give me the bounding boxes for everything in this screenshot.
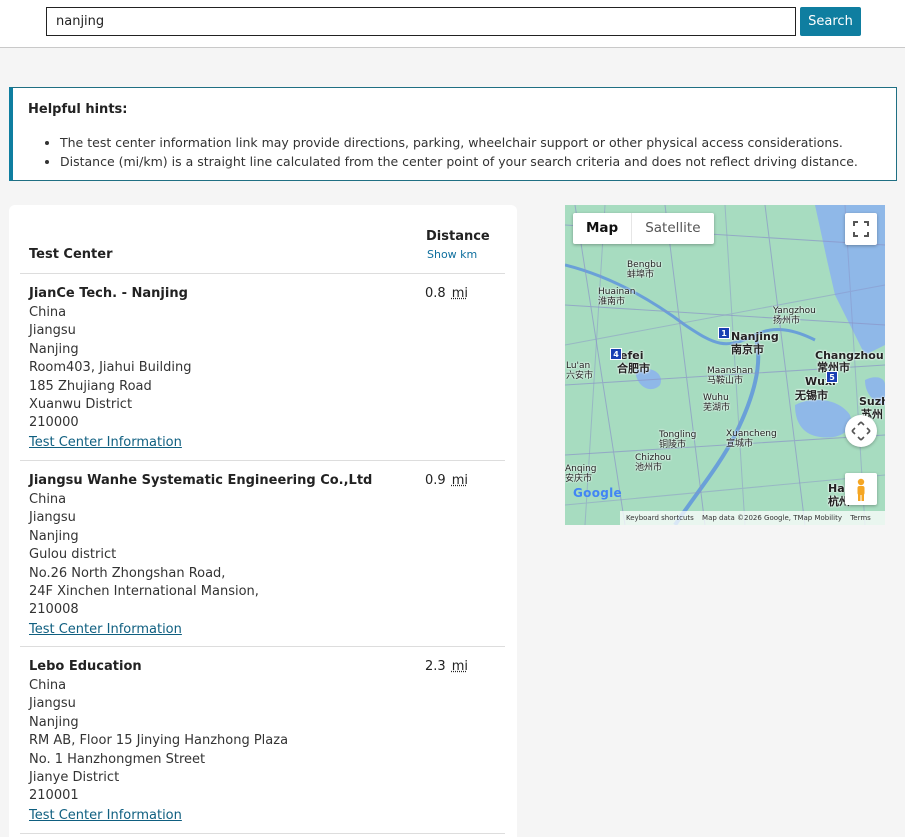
- map-type-map-button[interactable]: Map: [573, 213, 631, 244]
- distance-value: 2.3 mi: [425, 659, 468, 674]
- address-line: China: [29, 678, 67, 693]
- map-label-hangzhou: Ha: [828, 482, 845, 495]
- address-line: No. 1 Hanzhongmen Street: [29, 751, 206, 767]
- map-label-huainan-cn: 淮南市: [598, 297, 626, 307]
- map-attribution-bar: Keyboard shortcuts Map data ©2026 Google…: [620, 511, 885, 525]
- map-label-bengbu-cn: 蚌埠市: [627, 270, 655, 280]
- test-center-name: JianCe Tech. - Nanjing: [29, 286, 188, 301]
- map-label-tongling-cn: 铜陵市: [659, 440, 687, 450]
- address-line: No.26 North Zhongshan Road,: [29, 565, 226, 581]
- test-center-info-link[interactable]: Test Center Information: [29, 620, 259, 639]
- map-label-tongling: Tongling: [659, 430, 697, 440]
- address-line: Nanjing: [29, 341, 79, 357]
- map-label-changzhou: Changzhou: [815, 349, 884, 362]
- address-line: China: [29, 492, 67, 507]
- map-marker[interactable]: 5: [826, 371, 838, 383]
- address-line: 210000: [29, 415, 79, 431]
- address-line: RM AB, Floor 15 Jinying Hanzhong Plaza: [29, 733, 289, 749]
- address-line: 24F Xinchen International Mansion,: [29, 584, 259, 600]
- hints-title: Helpful hints:: [28, 102, 128, 117]
- map-label-luan: Lu'an: [566, 361, 591, 371]
- pegman-icon: [857, 478, 865, 501]
- test-center-info-link[interactable]: Test Center Information: [29, 433, 191, 452]
- distance-value: 0.8 mi: [425, 286, 468, 301]
- address-line: Nanjing: [29, 714, 79, 730]
- distance-unit: mi: [451, 286, 468, 301]
- map-label-hefei: efei: [620, 349, 644, 362]
- address-line: Room403, Jiahui Building: [29, 360, 192, 376]
- show-km-link[interactable]: Show km: [427, 248, 477, 261]
- address-line: Jiangsu: [29, 696, 76, 712]
- results-panel: Test Center Distance Show km JianCe Tech…: [9, 205, 517, 837]
- terms-link[interactable]: Terms: [850, 514, 871, 522]
- map-label-nanjing: Nanjing: [731, 330, 779, 343]
- result-row: Jiangsu Wanhe Systematic Engineering Co.…: [20, 461, 505, 647]
- fullscreen-button[interactable]: [845, 213, 877, 245]
- street-view-pegman-button[interactable]: [845, 473, 877, 505]
- map-data-attribution: Map data ©2026 Google, TMap Mobility: [702, 514, 842, 522]
- address-block: China Jiangsu Nanjing Room403, Jiahui Bu…: [29, 304, 191, 452]
- map-marker[interactable]: 1: [718, 327, 730, 339]
- search-input[interactable]: [46, 7, 796, 36]
- map-label-nanjing-cn: 南京市: [731, 343, 764, 356]
- map-label-anqing-cn: 安庆市: [565, 474, 593, 484]
- map-label-yangzhou-cn: 扬州市: [773, 316, 801, 326]
- distance-value: 0.9 mi: [425, 473, 468, 488]
- fullscreen-icon: [853, 221, 869, 237]
- test-center-name: Jiangsu Wanhe Systematic Engineering Co.…: [29, 473, 373, 488]
- map-label-bengbu: Bengbu: [627, 260, 662, 270]
- map-label-chizhou-cn: 池州市: [635, 463, 663, 473]
- map-label-yangzhou: Yangzhou: [773, 306, 816, 316]
- map-marker[interactable]: 4: [610, 348, 622, 360]
- test-center-column-header: Test Center: [29, 247, 113, 262]
- address-line: 210008: [29, 602, 79, 618]
- search-bar: Search: [0, 0, 905, 48]
- map-label-wuxi-cn: 无锡市: [795, 389, 828, 402]
- test-center-info-link[interactable]: Test Center Information: [29, 806, 288, 825]
- search-button[interactable]: Search: [800, 7, 861, 36]
- map-type-control: Map Satellite: [573, 213, 714, 244]
- map-label-luan-cn: 六安市: [566, 371, 594, 381]
- address-line: Gulou district: [29, 547, 117, 563]
- helpful-hints-panel: Helpful hints: The test center informati…: [9, 87, 897, 181]
- map-label-wuhu: Wuhu: [703, 393, 729, 403]
- address-block: China Jiangsu Nanjing Gulou district No.…: [29, 491, 259, 639]
- map-label-hefei-cn: 合肥市: [617, 362, 650, 375]
- result-row: JianCe Tech. - Nanjing 0.8 mi China Jiang…: [20, 274, 505, 461]
- address-line: Jiangsu: [29, 323, 76, 339]
- map-label-huainan: Huainan: [598, 287, 636, 297]
- map-label-wuhu-cn: 芜湖市: [703, 403, 731, 413]
- hint-item: Distance (mi/km) is a straight line calc…: [60, 152, 858, 171]
- map-label-xuancheng-cn: 宣城市: [726, 439, 754, 449]
- map-type-satellite-button[interactable]: Satellite: [631, 213, 713, 244]
- map-label-xuancheng: Xuancheng: [726, 429, 777, 439]
- map-label-maanshan: Maanshan: [707, 366, 754, 376]
- address-line: 185 Zhujiang Road: [29, 378, 152, 394]
- map-view[interactable]: Bengbu 蚌埠市 Huainan 淮南市 Yangzhou 扬州市 Nanj…: [565, 205, 885, 525]
- address-line: Jiangsu: [29, 510, 76, 526]
- distance-unit: mi: [451, 473, 468, 488]
- address-block: China Jiangsu Nanjing RM AB, Floor 15 Ji…: [29, 677, 288, 825]
- google-logo: Google: [573, 486, 622, 500]
- map-label-chizhou: Chizhou: [635, 453, 672, 463]
- keyboard-shortcuts-link[interactable]: Keyboard shortcuts: [626, 514, 694, 522]
- result-row: Lebo Education 2.3 mi China Jiangsu Nanji…: [20, 647, 505, 834]
- distance-column-header: Distance: [426, 229, 490, 244]
- hint-item: The test center information link may pro…: [60, 133, 858, 152]
- pan-arrows-icon: [851, 421, 871, 441]
- map-label-anqing: Anqing: [565, 464, 597, 474]
- test-center-name: Lebo Education: [29, 659, 142, 674]
- address-line: Xuanwu District: [29, 397, 133, 413]
- map-label-suzhou: Suzh: [859, 395, 885, 408]
- address-line: 210001: [29, 788, 79, 804]
- hints-list: The test center information link may pro…: [60, 133, 858, 171]
- address-line: China: [29, 305, 67, 320]
- address-line: Jianye District: [29, 770, 120, 786]
- address-line: Nanjing: [29, 528, 79, 544]
- distance-unit: mi: [451, 659, 468, 674]
- map-label-maanshan-cn: 马鞍山市: [707, 376, 744, 386]
- camera-control-button[interactable]: [845, 415, 877, 447]
